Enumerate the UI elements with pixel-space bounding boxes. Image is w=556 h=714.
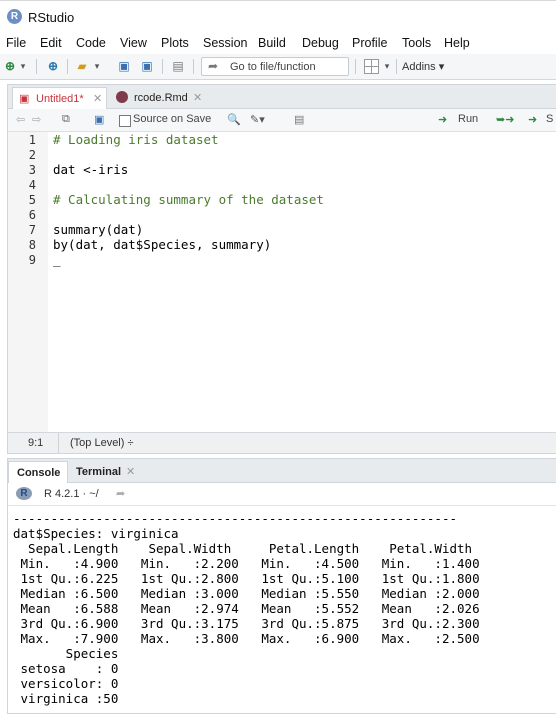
console-info-bar: R R 4.2.1 · ~/ ➦ xyxy=(8,483,556,506)
console-line: Mean :6.588 Mean :2.974 Mean :5.552 Mean… xyxy=(13,601,480,616)
console-line: virginica :50 xyxy=(13,691,119,706)
save-all-icon[interactable]: ▣ xyxy=(139,58,155,74)
open-folder-icon[interactable]: ▰ xyxy=(74,58,90,74)
menu-profile[interactable]: Profile xyxy=(352,36,387,50)
menu-session[interactable]: Session xyxy=(203,36,247,50)
menu-plots[interactable]: Plots xyxy=(161,36,189,50)
tab-terminal[interactable]: Terminal ✕ xyxy=(71,461,143,482)
menu-file[interactable]: File xyxy=(6,36,26,50)
panes-dropdown-icon[interactable]: ▾ xyxy=(382,58,392,74)
code-line: # Calculating summary of the dataset xyxy=(53,192,324,207)
search-icon[interactable]: 🔍 xyxy=(227,113,241,126)
menu-help[interactable]: Help xyxy=(444,36,470,50)
console-line: 1st Qu.:6.225 1st Qu.:2.800 1st Qu.:5.10… xyxy=(13,571,480,586)
tab-untitled1[interactable]: ▣ Untitled1* ✕ xyxy=(12,87,107,109)
source-on-save-checkbox[interactable] xyxy=(119,115,131,127)
rstudio-logo-icon: R xyxy=(7,9,22,24)
source-editor-pane: ▣ Untitled1* ✕ rcode.Rmd ✕ ⇦ ⇨ ⧉ ▣ Sourc… xyxy=(7,84,556,454)
console-line: Species xyxy=(13,646,119,661)
run-button[interactable]: Run xyxy=(458,113,478,125)
goto-arrow-icon: ➦ xyxy=(208,59,219,73)
r-logo-icon: R xyxy=(16,487,32,500)
menu-code[interactable]: Code xyxy=(76,36,106,50)
code-line: summary(dat) xyxy=(53,222,144,237)
main-toolbar: ⊕ ▾ ⊕ ▰ ▾ ▣ ▣ ▤ ➦ Go to file/function ▾ … xyxy=(0,54,556,80)
console-line: 3rd Qu.:6.900 3rd Qu.:3.175 3rd Qu.:5.87… xyxy=(13,616,480,631)
addins-menu[interactable]: Addins ▾ xyxy=(402,60,444,73)
editor-toolbar: ⇦ ⇨ ⧉ ▣ Source on Save 🔍 ✎▾ ▤ ➜ Run ➥➜ ➜… xyxy=(8,109,556,132)
window-title: RStudio xyxy=(28,10,75,25)
console-line: Min. :4.900 Min. :2.200 Min. :4.500 Min.… xyxy=(13,556,480,571)
menu-debug[interactable]: Debug xyxy=(302,36,339,50)
close-tab-icon[interactable]: ✕ xyxy=(93,92,102,105)
tab-rcode-rmd[interactable]: rcode.Rmd ✕ xyxy=(112,87,210,108)
close-tab-icon[interactable]: ✕ xyxy=(126,465,135,478)
console-pane: Console Terminal ✕ R R 4.2.1 · ~/ ➦ ----… xyxy=(7,458,556,714)
show-in-window-icon[interactable]: ⧉ xyxy=(62,113,70,126)
console-line: versicolor: 0 xyxy=(13,676,119,691)
editor-tabs: ▣ Untitled1* ✕ rcode.Rmd ✕ xyxy=(8,85,556,109)
console-line: dat$Species: virginica xyxy=(13,526,179,541)
code-line: # Loading iris dataset xyxy=(53,132,219,147)
run-arrow-icon: ➜ xyxy=(438,114,448,126)
code-tools-wand-icon[interactable]: ✎▾ xyxy=(250,113,265,126)
save-editor-icon[interactable]: ▣ xyxy=(94,113,104,126)
line-number-gutter: 1 2 3 4 5 6 7 8 9 xyxy=(8,132,48,432)
forward-icon[interactable]: ⇨ xyxy=(32,113,41,126)
console-line: setosa : 0 xyxy=(13,661,119,676)
editor-status-bar: 9:1 (Top Level) ÷ xyxy=(8,432,556,453)
rerun-icon[interactable]: ➥➜ xyxy=(496,113,514,126)
code-editor[interactable]: # Loading iris dataset dat <-iris # Calc… xyxy=(52,132,556,432)
rmarkdown-icon xyxy=(116,91,128,103)
source-button[interactable]: S xyxy=(546,113,553,125)
console-line: Median :6.500 Median :3.000 Median :5.55… xyxy=(13,586,480,601)
console-line: Max. :7.900 Max. :3.800 Max. :6.900 Max.… xyxy=(13,631,480,646)
text-cursor: _ xyxy=(53,252,61,267)
cursor-position: 9:1 xyxy=(28,437,44,449)
save-icon[interactable]: ▣ xyxy=(117,58,131,74)
console-line: Sepal.Length Sepal.Width Petal.Length Pe… xyxy=(13,541,473,556)
new-file-icon[interactable]: ⊕ xyxy=(3,58,17,74)
open-dropdown-icon[interactable]: ▾ xyxy=(92,58,102,74)
console-tabs: Console Terminal ✕ xyxy=(8,459,556,483)
scope-selector[interactable]: (Top Level) ÷ xyxy=(70,437,134,449)
workspace-panes-icon[interactable] xyxy=(364,59,379,74)
title-bar: R RStudio xyxy=(0,0,556,33)
code-line: dat <-iris xyxy=(53,162,129,177)
menu-edit[interactable]: Edit xyxy=(40,36,62,50)
menu-build[interactable]: Build xyxy=(258,36,286,50)
source-arrow-icon: ➜ xyxy=(528,114,538,126)
back-icon[interactable]: ⇦ xyxy=(16,113,25,126)
new-file-dropdown-icon[interactable]: ▾ xyxy=(18,58,28,74)
r-script-icon: ▣ xyxy=(19,93,30,105)
menu-view[interactable]: View xyxy=(120,36,147,50)
tab-console[interactable]: Console xyxy=(8,461,68,483)
r-version-path: R 4.2.1 · ~/ xyxy=(44,488,99,500)
code-line: by(dat, dat$Species, summary) xyxy=(53,237,272,252)
menu-tools[interactable]: Tools xyxy=(402,36,431,50)
document-outline-icon[interactable]: ▤ xyxy=(294,113,304,126)
console-line: ----------------------------------------… xyxy=(13,511,458,526)
menu-bar: File Edit Code View Plots Session Build … xyxy=(0,32,556,54)
close-tab-icon[interactable]: ✕ xyxy=(193,91,202,104)
new-project-icon[interactable]: ⊕ xyxy=(44,58,62,74)
goto-working-dir-icon[interactable]: ➦ xyxy=(116,487,125,500)
print-icon[interactable]: ▤ xyxy=(170,58,186,74)
goto-file-input[interactable]: ➦ Go to file/function xyxy=(201,57,349,76)
